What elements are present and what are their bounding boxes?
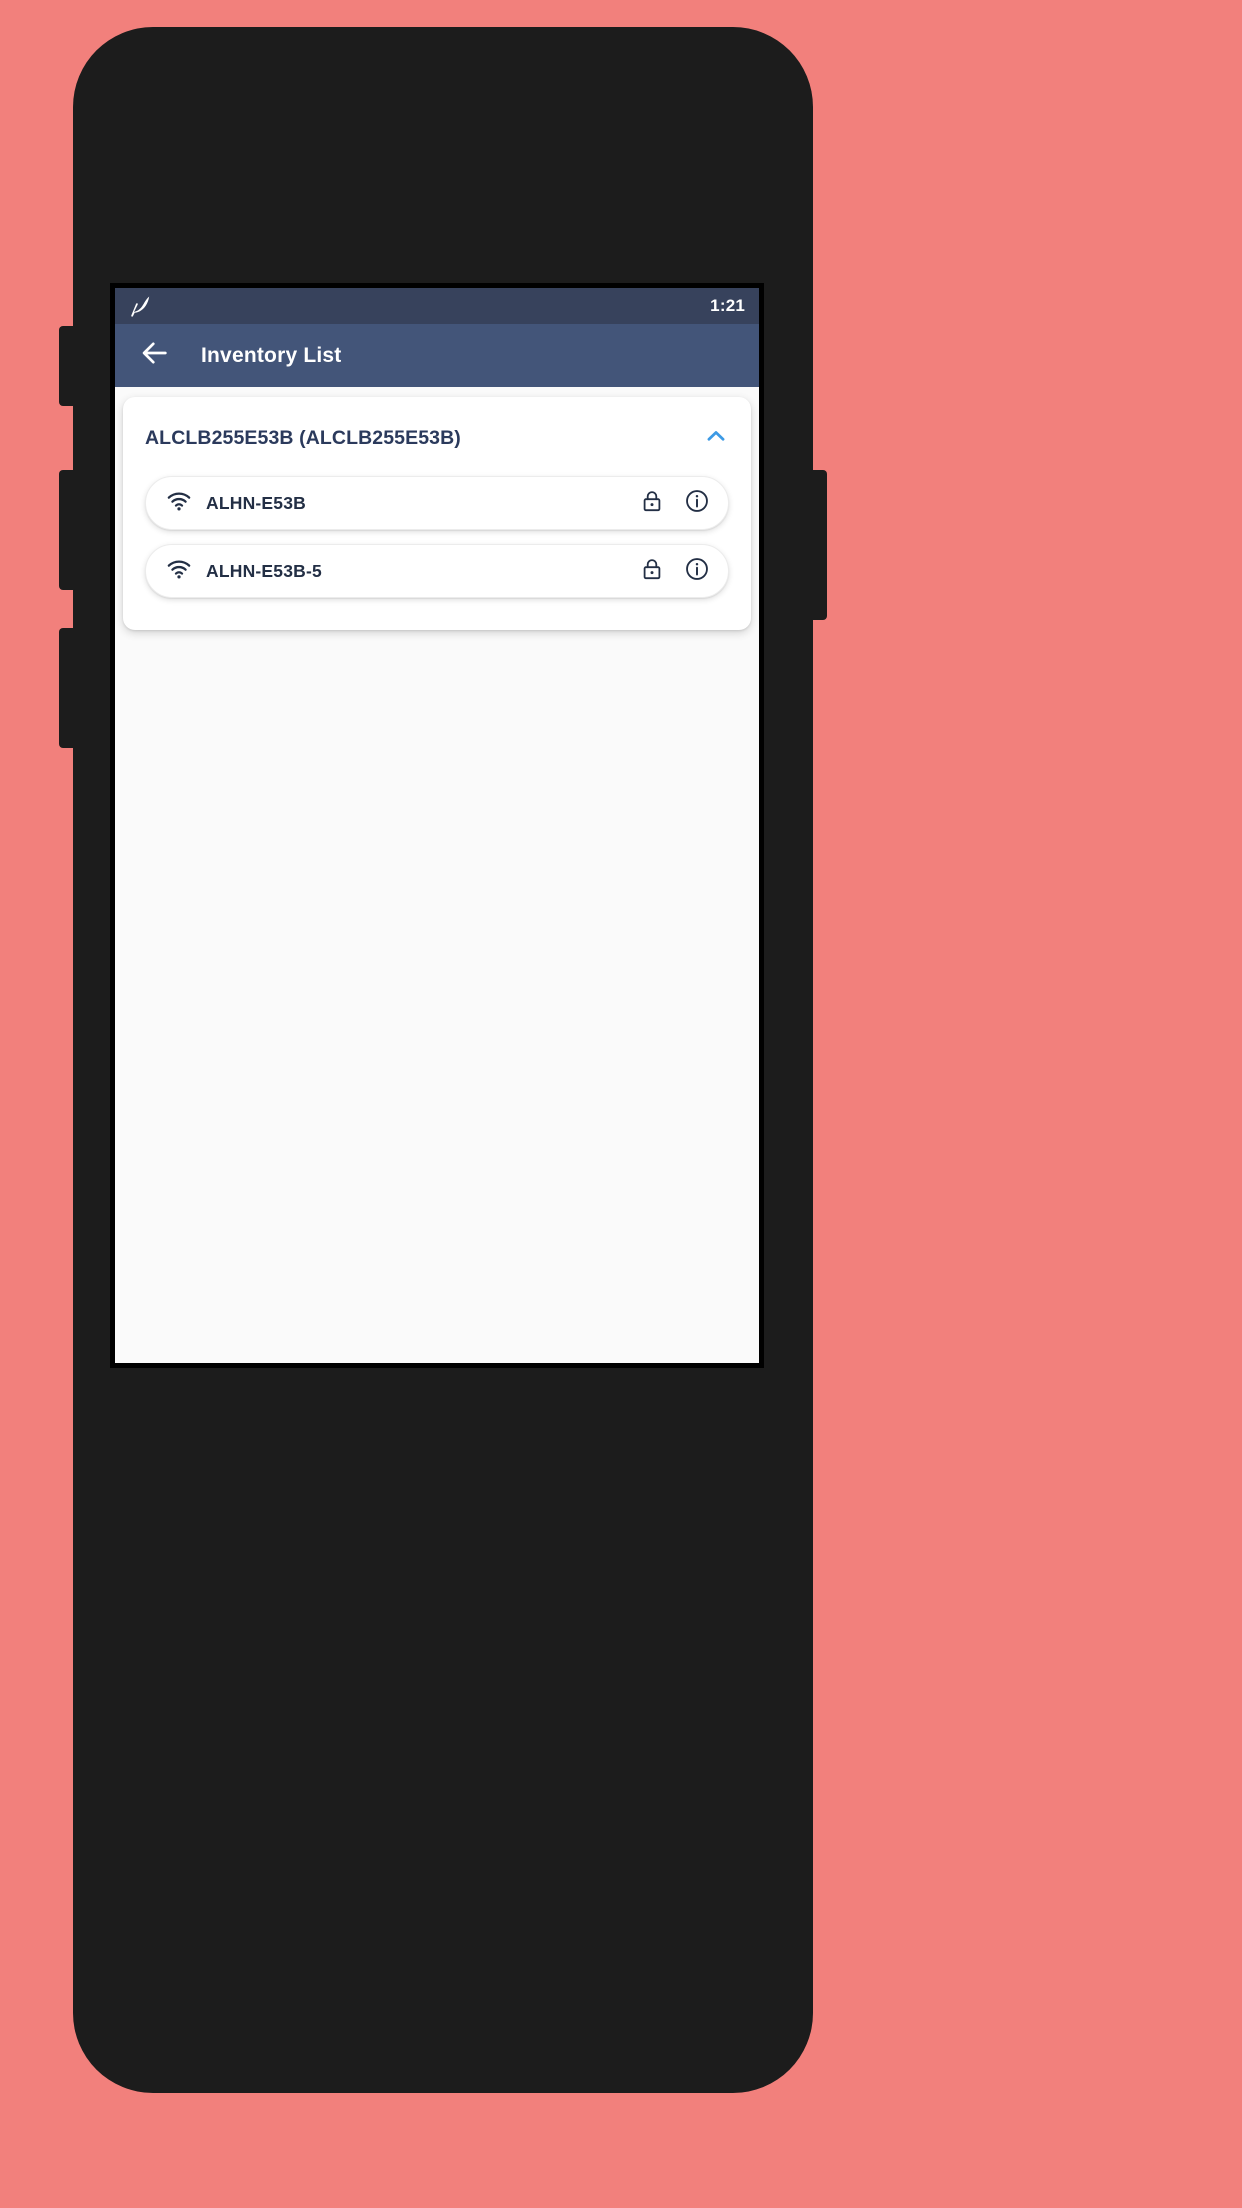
- leaf-icon: [127, 293, 153, 319]
- network-ssid: ALHN-E53B-5: [206, 560, 322, 581]
- phone-screen: 1:21 Inventory List ALCLB255E53B (ALCLB2…: [110, 283, 764, 1368]
- app-bar: Inventory List: [115, 324, 759, 387]
- wifi-icon: [166, 488, 192, 519]
- lock-icon: [640, 489, 684, 518]
- network-row[interactable]: ALHN-E53B-5: [145, 544, 729, 598]
- network-ssid: ALHN-E53B: [206, 492, 307, 513]
- status-bar: 1:21: [115, 288, 759, 324]
- back-arrow-icon[interactable]: [137, 336, 171, 375]
- inventory-group-card: ALCLB255E53B (ALCLB255E53B) ALHN-E53B AL…: [123, 397, 751, 630]
- power-button[interactable]: [809, 470, 827, 620]
- chevron-up-icon[interactable]: [703, 423, 729, 454]
- silent-switch-button[interactable]: [59, 326, 77, 406]
- group-header[interactable]: ALCLB255E53B (ALCLB255E53B): [123, 397, 751, 476]
- wifi-icon: [166, 556, 192, 587]
- lock-icon: [640, 557, 684, 586]
- inventory-content: ALCLB255E53B (ALCLB255E53B) ALHN-E53B AL…: [115, 387, 759, 1363]
- info-icon[interactable]: [684, 488, 710, 519]
- volume-down-button[interactable]: [59, 628, 77, 748]
- page-title: Inventory List: [201, 343, 342, 367]
- volume-up-button[interactable]: [59, 470, 77, 590]
- network-row[interactable]: ALHN-E53B: [145, 476, 729, 530]
- status-bar-clock: 1:21: [710, 296, 745, 315]
- screenshot-root: 1:21 Inventory List ALCLB255E53B (ALCLB2…: [0, 0, 1242, 2208]
- info-icon[interactable]: [684, 556, 710, 587]
- group-title: ALCLB255E53B (ALCLB255E53B): [145, 427, 461, 449]
